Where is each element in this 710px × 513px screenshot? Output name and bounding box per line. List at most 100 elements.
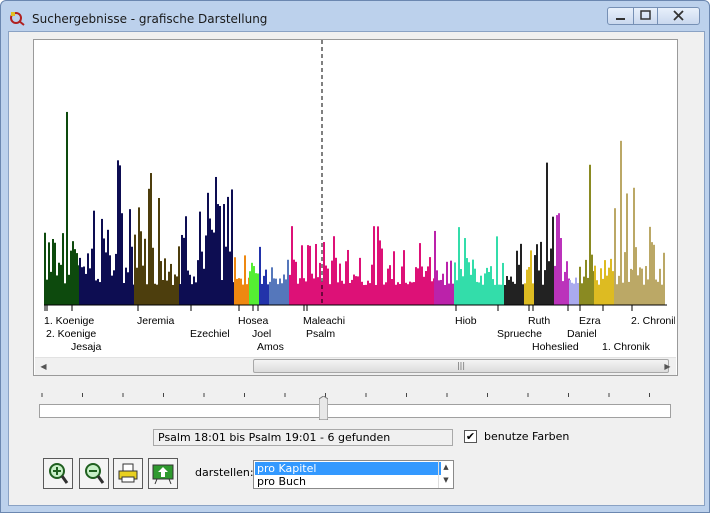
chart-bar (265, 269, 267, 305)
use-colors-checkbox[interactable]: ✔ (464, 430, 477, 443)
chart-bar (307, 245, 309, 305)
chart-bar (581, 283, 583, 305)
chart-bar (345, 261, 347, 305)
chart-bar (95, 280, 97, 305)
chart-bar (518, 264, 520, 305)
chart-bar (238, 278, 240, 305)
chart-bar (357, 276, 359, 305)
chart-bar (488, 271, 490, 305)
chart-bar (540, 241, 542, 305)
scroll-left-button[interactable]: ◀ (35, 358, 52, 375)
chart-bar (639, 267, 641, 305)
chart-bar (373, 226, 375, 305)
chart-bar (189, 274, 191, 305)
chart-bar (168, 271, 170, 305)
chart-bar (598, 284, 600, 305)
chart-bar (462, 276, 464, 305)
chart-bar (631, 269, 633, 305)
chart-bar (575, 277, 577, 305)
maximize-button[interactable] (633, 7, 658, 25)
chart-bar (331, 260, 333, 305)
option-per-chapter[interactable]: pro Kapitel (255, 462, 441, 475)
list-scrollbar[interactable]: ▲ ▼ (438, 461, 453, 488)
chart-bar (181, 234, 183, 305)
chart-bar (353, 274, 355, 305)
chart-bar (583, 276, 585, 305)
position-slider[interactable] (39, 404, 671, 418)
zoom-out-button[interactable] (79, 458, 109, 489)
book-label-row2: 2. Koenige (46, 328, 96, 340)
book-label-row3: Jesaja (71, 341, 102, 353)
chart-bar (170, 263, 172, 305)
chart-bar (367, 280, 369, 305)
chart-bar (528, 267, 530, 305)
chart-bar (68, 274, 70, 305)
chart-bar (185, 216, 187, 305)
chart-bar (244, 255, 246, 305)
chart-bar (148, 188, 150, 305)
zoom-out-icon (85, 463, 105, 484)
chart-bar (70, 250, 72, 305)
chart-bar (142, 265, 144, 305)
book-label-row1: Maleachi (303, 315, 345, 327)
chart-bar (62, 233, 64, 305)
zoom-in-button[interactable] (43, 458, 73, 489)
chart-bar (610, 258, 612, 305)
chart-bar (117, 160, 119, 305)
chart-bar (411, 282, 413, 305)
chart-bar (144, 238, 146, 305)
chart-bar (659, 268, 661, 305)
export-button[interactable] (148, 458, 178, 489)
chart-bar (440, 279, 442, 305)
minimize-button[interactable] (607, 7, 634, 25)
close-button[interactable] (657, 7, 700, 25)
chart-bar (552, 216, 554, 305)
chart-bar (520, 243, 522, 305)
chart-bar (341, 280, 343, 305)
chart-bar (140, 231, 142, 305)
chart-bar (594, 265, 596, 305)
chart-bar (279, 278, 281, 305)
chart-bar (635, 247, 637, 305)
chart-bar (361, 281, 363, 305)
chart-bar (261, 283, 263, 305)
scroll-right-button[interactable]: ▶ (659, 358, 676, 375)
chart-bar (56, 275, 58, 305)
chart-bar (482, 284, 484, 305)
chart-bar (207, 192, 209, 305)
chart-bar (325, 265, 327, 305)
chart-bar (160, 261, 162, 305)
book-label-row1: Jeremia (137, 315, 175, 327)
search-hits-chart: 1. Koenige Jeremia Hosea Maleachi Hiob Ruth Ez… (44, 40, 675, 353)
title-bar[interactable]: Suchergebnisse - grafische Darstellung (1, 1, 709, 33)
chart-bar (83, 266, 85, 305)
chart-bar (425, 271, 427, 305)
display-mode-list[interactable]: pro Kapitel pro Buch ▲ ▼ (253, 460, 454, 489)
chart-bar (556, 215, 558, 305)
book-label-row2: Joel (252, 328, 271, 340)
chart-bar (395, 284, 397, 305)
window-title: Suchergebnisse - grafische Darstellung (32, 12, 268, 26)
chart-bar (618, 275, 620, 305)
slider-thumb[interactable] (319, 396, 328, 420)
chart-bar (242, 284, 244, 305)
chart-bar (405, 282, 407, 305)
chart-bar (562, 281, 564, 305)
scroll-thumb[interactable]: ||| (253, 359, 669, 373)
chart-bar (647, 279, 649, 305)
chart-bar (508, 279, 510, 305)
chart-bar (351, 279, 353, 305)
chart-bar (199, 211, 201, 305)
book-label-row3: 1. Chronik (602, 341, 651, 353)
chart-bar (107, 229, 109, 305)
chart-bar (397, 282, 399, 305)
chart-horizontal-scrollbar[interactable]: ◀ ||| ▶ (35, 357, 676, 375)
chart-bar (458, 227, 460, 305)
chart-bar (283, 274, 285, 305)
option-per-book[interactable]: pro Buch (255, 475, 441, 488)
chart-bar (417, 268, 419, 305)
print-button[interactable] (113, 458, 143, 489)
chart-bar (492, 279, 494, 305)
chart-bar (85, 273, 87, 305)
chart-bar (156, 284, 158, 305)
